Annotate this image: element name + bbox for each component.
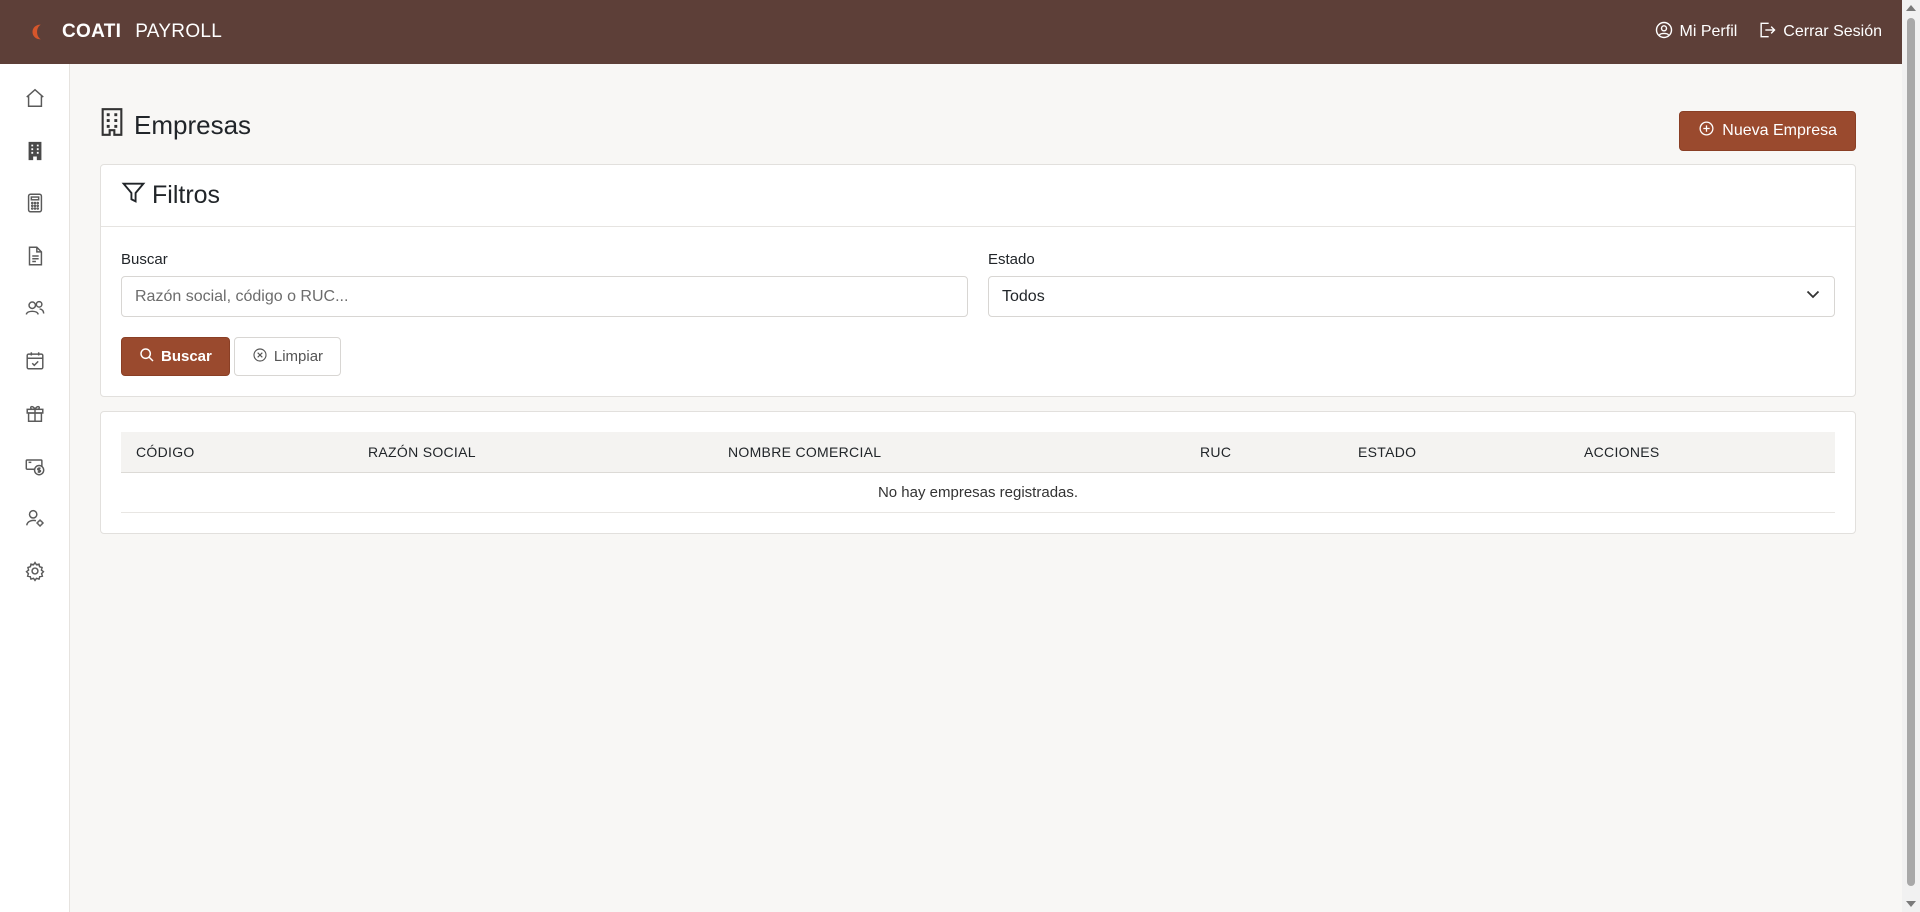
sidebar-item-attendance[interactable]: [0, 335, 70, 388]
search-button-label: Buscar: [161, 348, 212, 365]
sidebar-item-payroll[interactable]: [0, 177, 70, 230]
plus-circle-icon: [1698, 120, 1715, 142]
filters-body: Buscar Estado Todos: [101, 227, 1855, 400]
document-icon: [28, 246, 43, 266]
sidebar-item-user-admin[interactable]: [0, 492, 70, 545]
sidebar-item-payments[interactable]: [0, 440, 70, 493]
scrollbar-thumb[interactable]: [1907, 18, 1915, 886]
logout-label: Cerrar Sesión: [1783, 23, 1882, 40]
sidebar-item-employees[interactable]: [0, 282, 70, 335]
filters-card: Filtros Buscar Estado Todos: [100, 164, 1856, 397]
building-icon: [28, 141, 42, 160]
cash-icon: [25, 459, 45, 476]
top-actions: Mi Perfil Cerrar Sesión: [1654, 20, 1882, 45]
sidebar-item-settings[interactable]: [0, 545, 70, 598]
clear-button-label: Limpiar: [273, 348, 324, 365]
brand-name-strong: COATI: [62, 21, 122, 42]
calendar-check-icon: [26, 352, 44, 370]
column-header-trade-name[interactable]: Nombre Comercial: [713, 432, 1185, 473]
calculator-icon: [27, 193, 43, 213]
search-field: Buscar: [121, 251, 968, 317]
companies-table: Código Razón Social Nombre Comercial RUC…: [121, 432, 1835, 513]
status-selected-value: Todos: [1002, 287, 1045, 305]
brand-name-light: PAYROLL: [135, 21, 223, 42]
column-header-status[interactable]: Estado: [1343, 432, 1569, 473]
sidebar-item-documents[interactable]: [0, 230, 70, 283]
column-header-ruc[interactable]: RUC: [1185, 432, 1343, 473]
page-header: Empresas Nueva Empresa: [100, 64, 1856, 164]
column-header-actions: Acciones: [1569, 432, 1835, 473]
home-icon: [26, 89, 44, 108]
filters-title: Filtros: [152, 181, 221, 209]
status-field: Estado Todos: [988, 251, 1835, 317]
scroll-down-arrow-icon[interactable]: [1906, 901, 1916, 907]
page-title: Empresas: [100, 107, 252, 143]
clear-button[interactable]: Limpiar: [233, 337, 342, 376]
close-circle-icon: [252, 347, 268, 367]
top-navbar: COATI PAYROLL Mi Perfil Cerrar Sesión: [0, 0, 1902, 64]
new-company-button[interactable]: Nueva Empresa: [1679, 111, 1856, 151]
logout-link[interactable]: Cerrar Sesión: [1757, 20, 1882, 45]
filters-row: Buscar Estado Todos: [121, 251, 1835, 317]
search-button[interactable]: Buscar: [121, 337, 230, 376]
gift-icon: [26, 406, 44, 423]
gear-icon: [25, 560, 45, 582]
sidebar-item-benefits[interactable]: [0, 387, 70, 440]
search-input[interactable]: [121, 276, 968, 317]
filter-icon: [121, 180, 146, 212]
user-circle-icon: [1654, 20, 1674, 45]
sidebar-item-home[interactable]: [0, 72, 70, 125]
filters-header: Filtros: [101, 165, 1855, 227]
filter-buttons: Buscar Limpiar: [121, 337, 1835, 376]
building-icon: [100, 107, 124, 143]
coati-logo-icon: [24, 18, 52, 46]
status-select[interactable]: Todos: [988, 276, 1835, 317]
companies-table-card: Código Razón Social Nombre Comercial RUC…: [100, 411, 1856, 534]
status-label: Estado: [988, 251, 1035, 268]
logout-icon: [1757, 20, 1777, 45]
user-gear-icon: [26, 510, 44, 527]
search-icon: [139, 347, 155, 367]
page-scrollbar[interactable]: [1902, 0, 1920, 912]
new-company-label: Nueva Empresa: [1722, 122, 1837, 139]
chevron-down-icon: [1805, 286, 1821, 307]
column-header-code[interactable]: Código: [121, 432, 353, 473]
page-title-text: Empresas: [134, 109, 252, 140]
sidebar: [0, 64, 70, 912]
column-header-business-name[interactable]: Razón Social: [353, 432, 713, 473]
scroll-up-arrow-icon[interactable]: [1906, 5, 1916, 11]
my-profile-link[interactable]: Mi Perfil: [1654, 20, 1738, 45]
main-content: Empresas Nueva Empresa Filtros Buscar Es: [100, 64, 1856, 534]
table-header-row: Código Razón Social Nombre Comercial RUC…: [121, 432, 1835, 473]
my-profile-label: Mi Perfil: [1679, 23, 1738, 40]
sidebar-item-companies[interactable]: [0, 125, 70, 178]
users-icon: [25, 301, 45, 316]
brand[interactable]: COATI PAYROLL: [24, 18, 222, 46]
empty-table-message: No hay empresas registradas.: [121, 472, 1835, 513]
search-label: Buscar: [121, 251, 168, 268]
table-row: No hay empresas registradas.: [121, 472, 1835, 513]
